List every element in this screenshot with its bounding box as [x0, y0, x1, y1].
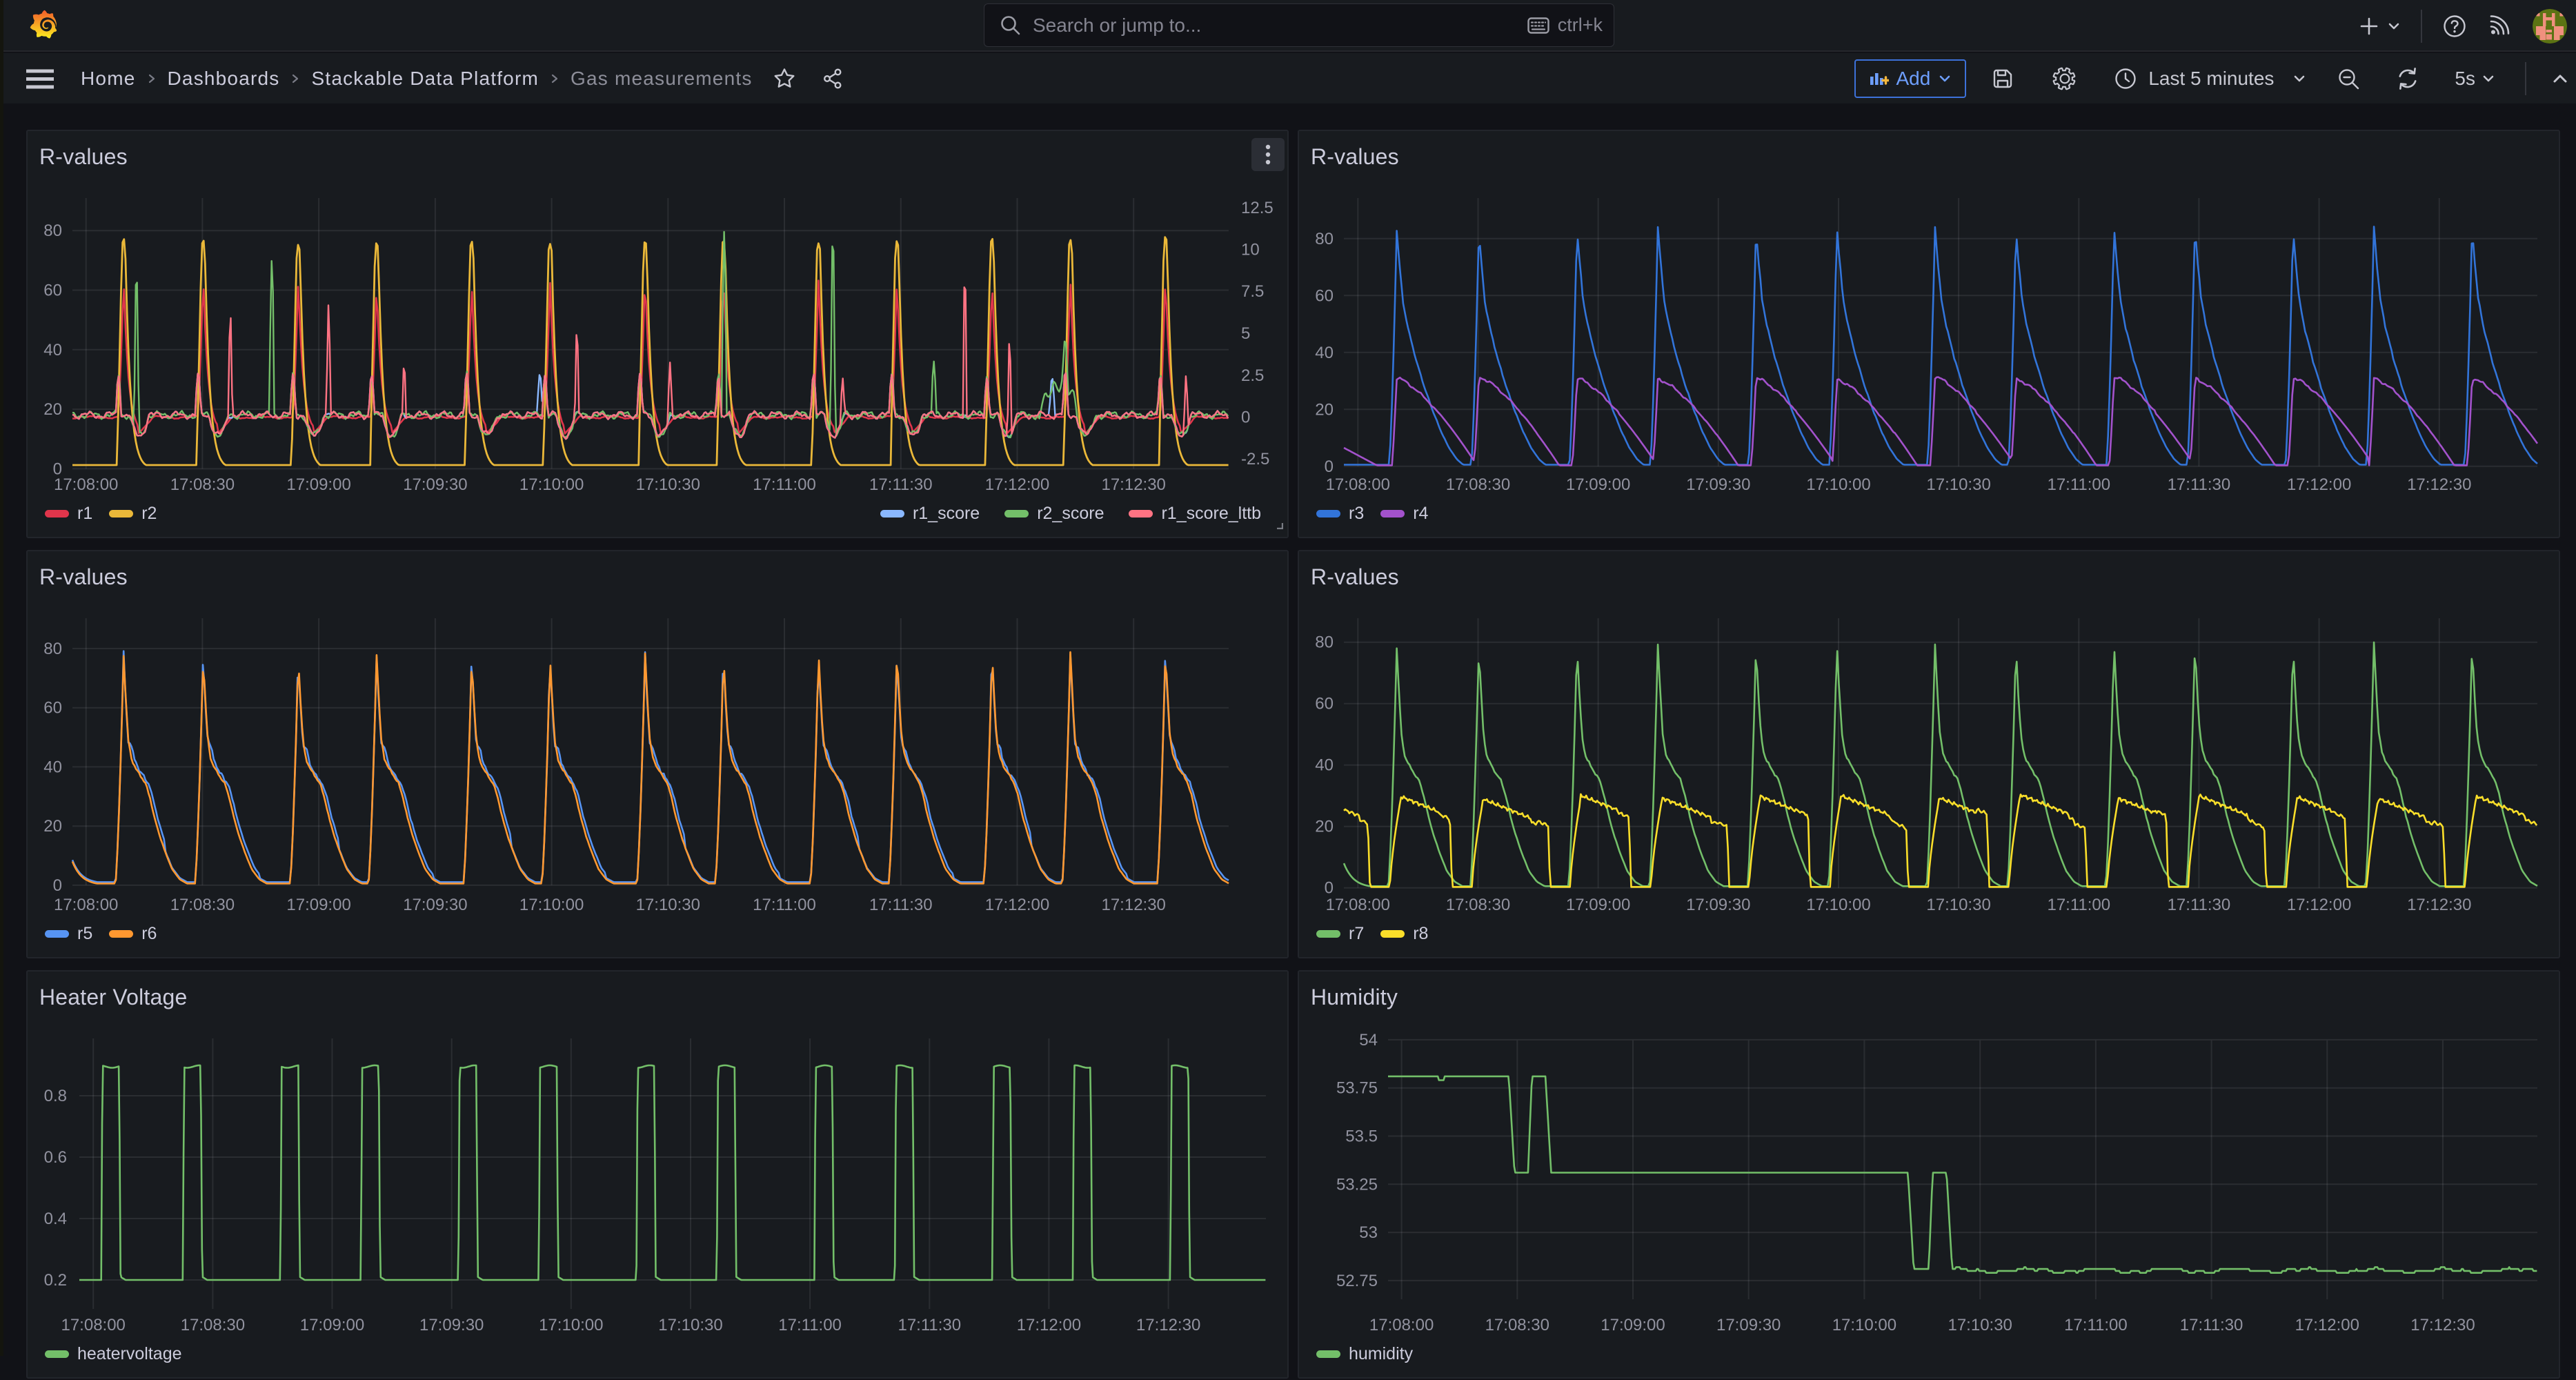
- svg-text:2.5: 2.5: [1241, 366, 1264, 385]
- svg-text:17:11:00: 17:11:00: [753, 475, 816, 494]
- svg-text:20: 20: [43, 817, 62, 836]
- svg-text:0: 0: [1325, 457, 1334, 476]
- svg-text:17:09:30: 17:09:30: [1686, 475, 1750, 494]
- svg-text:17:11:30: 17:11:30: [869, 475, 933, 494]
- svg-text:17:09:00: 17:09:00: [286, 475, 350, 494]
- svg-text:17:08:30: 17:08:30: [1446, 475, 1510, 494]
- svg-text:60: 60: [43, 699, 62, 718]
- svg-text:17:09:30: 17:09:30: [1716, 1316, 1781, 1334]
- svg-text:17:10:00: 17:10:00: [519, 475, 584, 494]
- svg-text:0.2: 0.2: [44, 1271, 67, 1290]
- svg-text:17:09:30: 17:09:30: [403, 475, 467, 494]
- svg-text:17:08:30: 17:08:30: [1485, 1316, 1549, 1334]
- svg-text:52.75: 52.75: [1336, 1272, 1378, 1290]
- svg-text:17:12:30: 17:12:30: [2407, 896, 2471, 914]
- svg-text:0: 0: [53, 876, 62, 895]
- svg-text:40: 40: [43, 758, 62, 776]
- svg-text:53.75: 53.75: [1336, 1079, 1378, 1098]
- svg-text:7.5: 7.5: [1241, 282, 1264, 301]
- svg-text:17:08:00: 17:08:00: [54, 475, 118, 494]
- svg-text:17:08:00: 17:08:00: [1326, 896, 1390, 914]
- svg-text:17:10:30: 17:10:30: [658, 1316, 722, 1334]
- svg-text:0.6: 0.6: [44, 1148, 67, 1167]
- svg-text:17:09:00: 17:09:00: [1601, 1316, 1665, 1334]
- svg-text:20: 20: [1315, 818, 1334, 836]
- svg-text:17:10:30: 17:10:30: [636, 475, 700, 494]
- svg-text:17:08:30: 17:08:30: [1446, 896, 1510, 914]
- svg-text:40: 40: [1315, 756, 1334, 775]
- svg-text:80: 80: [43, 221, 62, 240]
- svg-text:17:08:00: 17:08:00: [61, 1316, 125, 1334]
- svg-text:0.4: 0.4: [44, 1210, 67, 1228]
- svg-text:53.5: 53.5: [1345, 1127, 1378, 1146]
- svg-text:17:09:00: 17:09:00: [300, 1316, 364, 1334]
- svg-text:17:10:00: 17:10:00: [1806, 475, 1870, 494]
- svg-text:17:10:00: 17:10:00: [519, 896, 584, 914]
- svg-text:17:11:00: 17:11:00: [2047, 896, 2110, 914]
- svg-text:10: 10: [1241, 241, 1260, 259]
- svg-text:53.25: 53.25: [1336, 1175, 1378, 1194]
- svg-text:17:11:30: 17:11:30: [2180, 1316, 2243, 1334]
- svg-text:17:11:30: 17:11:30: [2168, 896, 2231, 914]
- svg-text:17:11:30: 17:11:30: [898, 1316, 961, 1334]
- svg-text:17:11:00: 17:11:00: [753, 896, 816, 914]
- svg-text:17:09:00: 17:09:00: [1566, 475, 1630, 494]
- svg-text:0: 0: [1325, 879, 1334, 898]
- svg-text:20: 20: [43, 400, 62, 419]
- svg-text:17:10:30: 17:10:30: [1926, 896, 1990, 914]
- svg-text:17:11:30: 17:11:30: [869, 896, 933, 914]
- svg-text:40: 40: [1315, 344, 1334, 362]
- svg-text:17:08:30: 17:08:30: [170, 896, 235, 914]
- svg-text:17:12:00: 17:12:00: [2287, 475, 2351, 494]
- svg-text:17:08:00: 17:08:00: [54, 896, 118, 914]
- svg-text:17:12:00: 17:12:00: [2295, 1316, 2359, 1334]
- svg-text:17:10:00: 17:10:00: [1806, 896, 1870, 914]
- svg-text:17:12:30: 17:12:30: [2410, 1316, 2475, 1334]
- svg-text:17:11:00: 17:11:00: [2064, 1316, 2128, 1334]
- svg-text:17:09:30: 17:09:30: [1686, 896, 1750, 914]
- svg-text:80: 80: [1315, 230, 1334, 248]
- svg-text:17:09:00: 17:09:00: [286, 896, 350, 914]
- svg-text:17:11:30: 17:11:30: [2168, 475, 2231, 494]
- svg-text:80: 80: [1315, 633, 1334, 652]
- svg-text:12.5: 12.5: [1241, 199, 1274, 217]
- svg-text:17:12:30: 17:12:30: [2407, 475, 2471, 494]
- svg-text:60: 60: [1315, 286, 1334, 305]
- svg-text:-2.5: -2.5: [1241, 450, 1269, 469]
- svg-text:17:09:00: 17:09:00: [1566, 896, 1630, 914]
- svg-text:40: 40: [43, 341, 62, 359]
- svg-text:17:09:30: 17:09:30: [403, 896, 467, 914]
- svg-text:17:11:00: 17:11:00: [2047, 475, 2110, 494]
- svg-text:17:12:00: 17:12:00: [1017, 1316, 1081, 1334]
- svg-text:17:12:30: 17:12:30: [1101, 896, 1165, 914]
- svg-text:17:12:00: 17:12:00: [985, 475, 1049, 494]
- svg-text:20: 20: [1315, 400, 1334, 419]
- svg-text:17:12:00: 17:12:00: [985, 896, 1049, 914]
- svg-text:17:12:30: 17:12:30: [1101, 475, 1165, 494]
- svg-text:17:08:00: 17:08:00: [1326, 475, 1390, 494]
- svg-text:17:10:00: 17:10:00: [1832, 1316, 1896, 1334]
- svg-text:17:08:30: 17:08:30: [170, 475, 235, 494]
- svg-text:80: 80: [43, 640, 62, 658]
- svg-text:17:12:00: 17:12:00: [2287, 896, 2351, 914]
- svg-text:53: 53: [1359, 1223, 1378, 1242]
- svg-text:17:10:00: 17:10:00: [539, 1316, 603, 1334]
- svg-text:17:09:30: 17:09:30: [419, 1316, 484, 1334]
- svg-text:5: 5: [1241, 324, 1250, 343]
- svg-text:60: 60: [43, 282, 62, 300]
- svg-text:60: 60: [1315, 695, 1334, 713]
- svg-text:17:10:30: 17:10:30: [636, 896, 700, 914]
- svg-text:17:11:00: 17:11:00: [778, 1316, 842, 1334]
- svg-text:54: 54: [1359, 1031, 1378, 1049]
- svg-text:17:12:30: 17:12:30: [1136, 1316, 1200, 1334]
- svg-text:17:08:00: 17:08:00: [1369, 1316, 1434, 1334]
- svg-text:0.8: 0.8: [44, 1087, 67, 1105]
- svg-text:17:10:30: 17:10:30: [1926, 475, 1990, 494]
- svg-text:17:08:30: 17:08:30: [181, 1316, 245, 1334]
- svg-text:0: 0: [1241, 408, 1250, 427]
- svg-text:17:10:30: 17:10:30: [1948, 1316, 2012, 1334]
